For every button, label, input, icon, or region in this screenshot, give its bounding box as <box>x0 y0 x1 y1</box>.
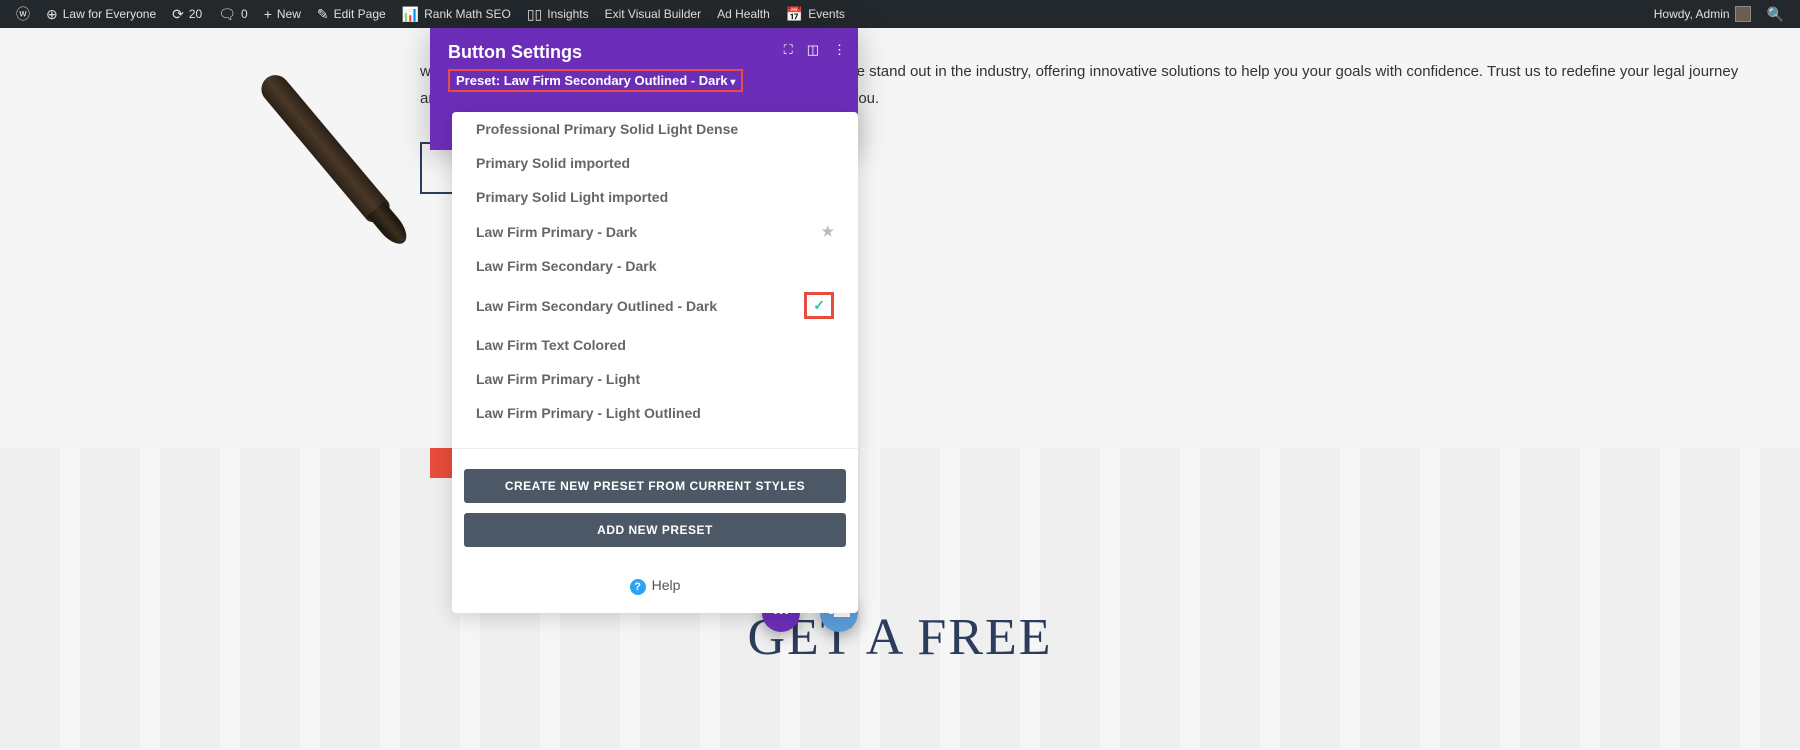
preset-list: Professional Primary Solid Light Dense Pr… <box>452 112 858 442</box>
exit-visual-builder[interactable]: Exit Visual Builder <box>597 0 710 28</box>
wp-logo[interactable]: ⓦ <box>8 0 38 28</box>
create-preset-button[interactable]: CREATE NEW PRESET FROM CURRENT STYLES <box>464 469 846 503</box>
button-settings-modal: Button Settings ⛶ ◫ ⋮ Preset: Law Firm S… <box>430 28 858 150</box>
site-name-label: Law for Everyone <box>63 7 156 21</box>
pencil-icon: ✎ <box>317 6 329 23</box>
new-label: New <box>277 7 301 21</box>
ad-health-link[interactable]: Ad Health <box>709 0 778 28</box>
chart-icon: 📊 <box>402 6 419 23</box>
insights-label: Insights <box>547 7 588 21</box>
events-label: Events <box>808 7 845 21</box>
greeting-label: Howdy, Admin <box>1654 7 1730 21</box>
preset-item[interactable]: Primary Solid imported <box>452 146 858 180</box>
preset-item-label: Law Firm Text Colored <box>476 337 626 353</box>
star-icon: ★ <box>821 223 834 240</box>
ad-health-label: Ad Health <box>717 7 770 21</box>
preset-selector[interactable]: Preset: Law Firm Secondary Outlined - Da… <box>448 69 743 92</box>
home-icon: ⊕ <box>46 6 58 23</box>
preset-item-label: Law Firm Secondary - Dark <box>476 258 657 274</box>
module-handle-left[interactable] <box>430 448 454 478</box>
help-icon: ? <box>630 579 646 595</box>
active-check-highlight: ✓ <box>804 292 834 319</box>
comment-icon: 🗨 <box>218 6 236 23</box>
new-content-link[interactable]: + New <box>256 0 309 28</box>
preset-item-label: Professional Primary Solid Light Dense <box>476 121 738 137</box>
calendar-icon: 📅 <box>786 6 803 23</box>
updates-link[interactable]: ⟳ 20 <box>164 0 210 28</box>
avatar <box>1735 6 1751 22</box>
rank-math-label: Rank Math SEO <box>424 7 511 21</box>
expand-icon[interactable]: ⛶ <box>784 42 793 58</box>
preset-item[interactable]: Law Firm Secondary - Dark <box>452 249 858 283</box>
account-link[interactable]: Howdy, Admin <box>1646 0 1759 28</box>
divider <box>452 448 858 449</box>
refresh-icon: ⟳ <box>172 6 184 23</box>
columns-background <box>0 448 1800 748</box>
preset-item-label: Law Firm Primary - Light Outlined <box>476 405 701 421</box>
add-preset-button[interactable]: ADD NEW PRESET <box>464 513 846 547</box>
updates-count: 20 <box>189 7 202 21</box>
help-label: Help <box>652 577 681 593</box>
preset-item[interactable]: Law Firm Primary - Light Outlined <box>452 396 858 430</box>
preset-item-label: Law Firm Text Light <box>476 439 607 442</box>
preset-item[interactable]: Professional Primary Solid Light Dense <box>452 112 858 146</box>
preset-item-label: Law Firm Secondary Outlined - Dark <box>476 298 717 314</box>
preset-item-label: Primary Solid imported <box>476 155 630 171</box>
preset-dropdown: Professional Primary Solid Light Dense Pr… <box>452 112 858 613</box>
modal-header: Button Settings ⛶ ◫ ⋮ Preset: Law Firm S… <box>430 28 858 102</box>
page-background: wavering commitment to integrity, expert… <box>0 28 1800 750</box>
preset-item[interactable]: Law Firm Primary - Dark ★ <box>452 214 858 249</box>
preset-item-label: Law Firm Primary - Light <box>476 371 640 387</box>
preset-item-label: Primary Solid Light imported <box>476 189 668 205</box>
rank-math-link[interactable]: 📊 Rank Math SEO <box>394 0 519 28</box>
modal-title: Button Settings <box>448 42 840 63</box>
preset-item[interactable]: Law Firm Secondary Outlined - Dark ✓ <box>452 283 858 328</box>
bars-icon: ▯▯ <box>527 6 542 23</box>
preset-item-label: Law Firm Primary - Dark <box>476 224 637 240</box>
site-name-link[interactable]: ⊕ Law for Everyone <box>38 0 164 28</box>
insights-link[interactable]: ▯▯ Insights <box>519 0 597 28</box>
snap-icon[interactable]: ◫ <box>807 42 819 58</box>
exit-vb-label: Exit Visual Builder <box>605 7 702 21</box>
preset-item[interactable]: Law Firm Text Light <box>452 430 858 442</box>
check-icon: ✓ <box>813 297 825 313</box>
help-link[interactable]: ? Help <box>452 565 858 613</box>
search-toggle[interactable]: 🔍 <box>1759 0 1792 28</box>
events-link[interactable]: 📅 Events <box>778 0 853 28</box>
comments-count: 0 <box>241 7 248 21</box>
comments-link[interactable]: 🗨0 <box>210 0 255 28</box>
search-icon: 🔍 <box>1767 6 1784 23</box>
page-content: wavering commitment to integrity, expert… <box>0 28 1800 194</box>
preset-item[interactable]: Law Firm Primary - Light <box>452 362 858 396</box>
wp-admin-bar: ⓦ ⊕Law for Everyone ⟳20 🗨0 +New ✎Edit Pa… <box>0 0 1800 28</box>
wordpress-icon: ⓦ <box>16 4 30 24</box>
plus-icon: + <box>264 6 272 22</box>
preset-item[interactable]: Primary Solid Light imported <box>452 180 858 214</box>
more-icon[interactable]: ⋮ <box>833 42 846 58</box>
preset-item[interactable]: Law Firm Text Colored <box>452 328 858 362</box>
